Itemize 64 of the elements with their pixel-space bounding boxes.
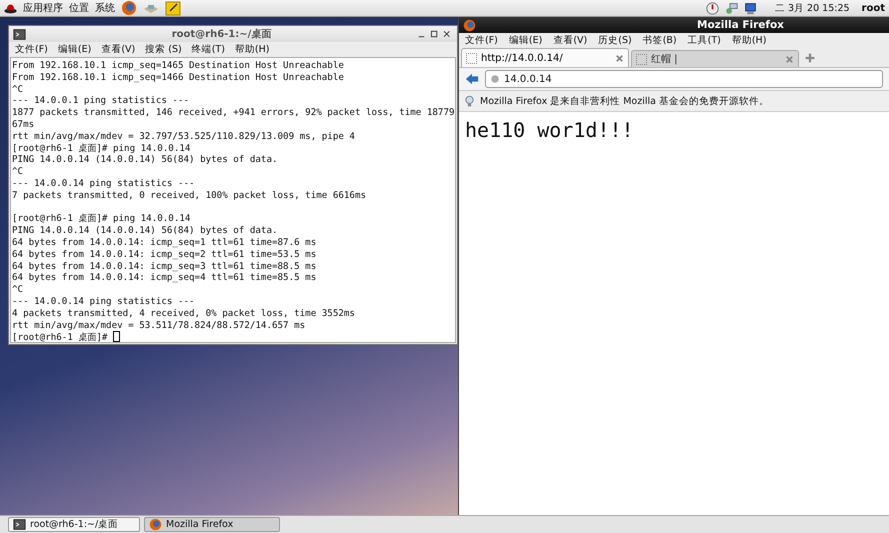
taskbar-button[interactable]: Mozilla Firefox [144, 517, 280, 532]
terminal-line: ^C [12, 166, 24, 178]
hat-icon[interactable] [4, 2, 17, 14]
panel-menu[interactable]: 位置 [69, 1, 89, 15]
browser-tab[interactable]: http://14.0.0.14/ [461, 48, 629, 67]
terminal-line: From 192.168.10.1 icmp_seq=1466 Destination Host Unreachable [12, 72, 344, 83]
terminal-line: 7 packets transmitted, 0 received, 100% packet loss, time 6616ms [12, 190, 366, 201]
terminal-line: ^C [12, 284, 24, 296]
menu-item[interactable]: 文件(F) [465, 34, 498, 47]
menu-item[interactable]: 搜索 (S) [145, 43, 182, 56]
terminal-line: --- 14.0.0.14 ping statistics --- [12, 296, 195, 307]
terminal-line: --- 14.0.0.1 ping statistics --- [12, 95, 190, 106]
menu-item[interactable]: 编辑(E) [508, 34, 542, 47]
terminal-line: PING 14.0.0.14 (14.0.0.14) 56(84) bytes of data. [12, 225, 278, 236]
firefox-icon[interactable] [121, 0, 137, 16]
close-icon[interactable] [615, 54, 624, 62]
terminal-line: 64 bytes from 14.0.0.14: icmp_seq=2 ttl=61 time=53.5 ms [12, 248, 316, 260]
menu-item[interactable]: 查看(V) [553, 34, 588, 47]
terminal-line: rtt min/avg/max/mdev = 32.797/53.525/110.829/13.009 ms, pipe 4 [12, 130, 355, 142]
menu-item[interactable]: 工具(T) [688, 34, 721, 47]
menu-item[interactable]: 历史(S) [598, 34, 632, 47]
menu-item[interactable]: 编辑(E) [58, 43, 92, 56]
lightbulb-icon [463, 94, 476, 108]
terminal-line: 64 bytes from 14.0.0.14: icmp_seq=1 ttl=61 time=87.6 ms [12, 236, 316, 248]
terminal-line: rtt min/avg/max/mdev = 53.511/78.824/88.572/14.657 ms [12, 320, 306, 331]
new-tab-icon[interactable] [803, 51, 817, 65]
firefox-icon [463, 18, 476, 32]
menu-item[interactable]: 查看(V) [101, 43, 136, 56]
firefox-icon [149, 518, 162, 531]
taskbar-button[interactable]: root@rh6-1:~/桌面 [8, 517, 140, 532]
menu-item[interactable]: 文件(F) [15, 43, 48, 56]
terminal-line: 64 bytes from 14.0.0.14: icmp_seq=3 ttl=61 time=88.5 ms [12, 260, 316, 272]
back-arrow-icon[interactable] [465, 72, 479, 86]
terminal-icon [13, 28, 26, 40]
terminal-line: --- 14.0.0.14 ping statistics --- [12, 178, 195, 189]
network-icon[interactable] [724, 2, 738, 14]
window-title: Mozilla Firefox [696, 19, 785, 31]
info-notice: Mozilla Firefox 是来自非营利性 Mozilla 基金会的免费开源软件。 [480, 94, 769, 108]
terminal-line: 1877 packets transmitted, 146 received, +941 errors, 92% packet loss, time 18779 [12, 107, 455, 118]
menu-item[interactable]: 终端(T) [192, 43, 225, 56]
terminal-line: 4 packets transmitted, 4 received, 0% packet loss, time 3552ms [12, 308, 355, 319]
menu-item[interactable]: 帮助(H) [234, 43, 270, 56]
terminal-icon [13, 518, 26, 531]
terminal-line: 67ms [12, 118, 34, 130]
terminal-prompt: [root@rh6-1 桌面]# [12, 332, 108, 342]
terminal-line: PING 14.0.0.14 (14.0.0.14) 56(84) bytes of data. [12, 154, 278, 166]
terminal-line: ^C [12, 84, 24, 95]
panel-menu[interactable]: 系统 [95, 1, 115, 15]
terminal-line: [root@rh6-1 桌面]# ping 14.0.0.14 [12, 142, 190, 154]
browser-tab[interactable]: 红帽 | [631, 50, 799, 67]
clock[interactable]: 二 3月 20 15:25 [774, 2, 850, 14]
user-name[interactable]: root [862, 2, 885, 14]
computer-icon[interactable] [744, 2, 757, 14]
address-bar[interactable]: 14.0.0.14 [485, 70, 883, 88]
page-text: he110 wor1d!!! [465, 118, 634, 142]
menu-item[interactable]: 书签(B) [642, 34, 677, 47]
menu-item[interactable]: 帮助(H) [732, 34, 766, 47]
panel-menu[interactable]: 应用程序 [23, 1, 63, 15]
terminal-line: [root@rh6-1 桌面]# ping 14.0.0.14 [12, 213, 190, 224]
cursor-icon [113, 331, 120, 342]
notes-icon[interactable] [165, 0, 181, 16]
window-title: root@rh6-1:~/桌面 [170, 28, 272, 41]
terminal-line: From 192.168.10.1 icmp_seq=1465 Destination Host Unreachable [12, 60, 344, 71]
terminal-line: 64 bytes from 14.0.0.14: icmp_seq=4 ttl=61 time=85.5 ms [12, 272, 316, 284]
